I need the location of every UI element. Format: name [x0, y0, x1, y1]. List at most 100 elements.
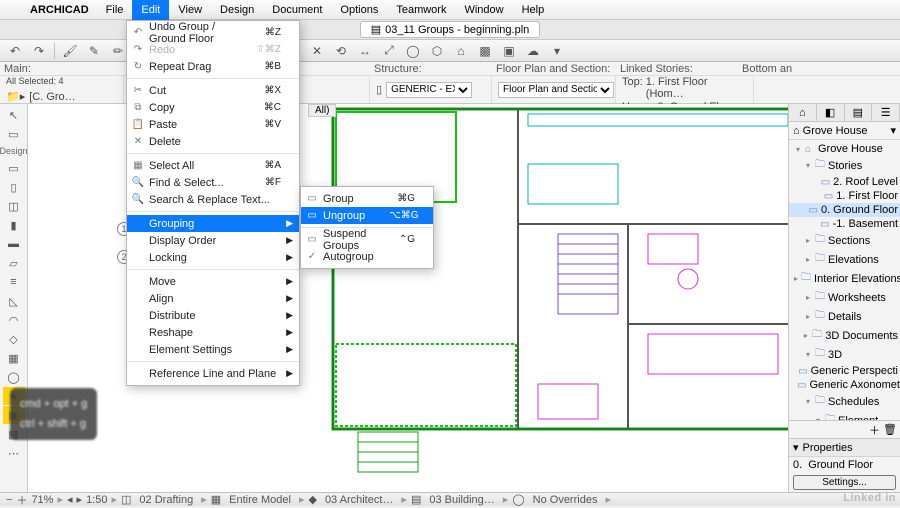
- navigator-tree[interactable]: ▾⌂Grove House▾🗀Stories▭2. Roof Level▭1. …: [789, 140, 900, 420]
- mode-icon[interactable]: ☁: [524, 43, 542, 59]
- edit-menu-item[interactable]: Locking▶: [127, 249, 299, 266]
- menu-design[interactable]: Design: [211, 0, 263, 20]
- nav-tab-view[interactable]: ◧: [817, 104, 845, 121]
- tree-row[interactable]: ▾🗀Element: [789, 411, 900, 420]
- layer-chip[interactable]: [C. Gro…: [29, 91, 75, 103]
- disclosure-icon[interactable]: ▸: [804, 293, 812, 302]
- edit-menu-item[interactable]: Display Order▶: [127, 232, 299, 249]
- tree-row[interactable]: ▾🗀Stories: [789, 156, 900, 175]
- edit-menu-item[interactable]: Element Settings▶: [127, 341, 299, 358]
- view-tab[interactable]: All): [308, 104, 336, 117]
- edit-menu-item[interactable]: Grouping▶: [127, 215, 299, 232]
- menu-help[interactable]: Help: [513, 0, 554, 20]
- tree-row[interactable]: ▭-1. Basement: [789, 217, 900, 231]
- menu-teamwork[interactable]: Teamwork: [387, 0, 455, 20]
- disclosure-icon[interactable]: ▾: [794, 145, 802, 154]
- marquee-tool-icon[interactable]: ▭: [3, 125, 25, 143]
- edit-menu-item[interactable]: Move▶: [127, 273, 299, 290]
- crumb-arch[interactable]: 03 Architect…: [321, 494, 397, 506]
- edit-menu-item[interactable]: ↻Repeat Drag⌘B: [127, 58, 299, 75]
- disclosure-icon[interactable]: ▾: [804, 397, 812, 406]
- mode-icon[interactable]: ⌂: [452, 43, 470, 59]
- beam-tool-icon[interactable]: ▬: [3, 235, 25, 253]
- crumb-drafting[interactable]: 02 Drafting: [135, 494, 197, 506]
- edit-menu-item[interactable]: 🔍Find & Select...⌘F: [127, 174, 299, 191]
- mode-icon[interactable]: ⟲: [332, 43, 350, 59]
- tree-row[interactable]: ▸🗀3D Documents: [789, 326, 900, 345]
- tree-row[interactable]: ▾🗀3D: [789, 345, 900, 364]
- disclosure-icon[interactable]: ▸: [794, 274, 798, 283]
- nav-tab-layout[interactable]: ▤: [845, 104, 873, 121]
- menu-options[interactable]: Options: [331, 0, 387, 20]
- mode-icon[interactable]: ✕: [308, 43, 326, 59]
- roof-tool-icon[interactable]: ◺: [3, 292, 25, 310]
- mode-icon[interactable]: ▾: [548, 43, 566, 59]
- more-tool-icon[interactable]: ⋯: [3, 444, 25, 462]
- menu-edit[interactable]: Edit: [132, 0, 169, 20]
- mode-icon[interactable]: ↔: [356, 43, 374, 59]
- settings-button[interactable]: Settings...: [793, 475, 896, 490]
- edit-menu-item[interactable]: 📋Paste⌘V: [127, 116, 299, 133]
- new-icon[interactable]: ＋: [869, 422, 880, 438]
- pencil-icon[interactable]: ✏: [109, 43, 127, 59]
- tree-row[interactable]: ▸🗀Details: [789, 307, 900, 326]
- shell-tool-icon[interactable]: ◠: [3, 311, 25, 329]
- zoom-value[interactable]: 71%: [31, 494, 53, 506]
- mode-icon[interactable]: ⬡: [428, 43, 446, 59]
- tree-row[interactable]: ▭2. Roof Level: [789, 175, 900, 189]
- document-tab[interactable]: ▤ 03_11 Groups - beginning.pln: [360, 21, 541, 38]
- morph-tool-icon[interactable]: ◯: [3, 368, 25, 386]
- menu-view[interactable]: View: [169, 0, 211, 20]
- tree-row[interactable]: ▸🗀Elevations: [789, 250, 900, 269]
- crumb-building[interactable]: 03 Building…: [425, 494, 498, 506]
- grouping-menu-item[interactable]: ✓Autogroup: [301, 248, 433, 265]
- tree-row[interactable]: ▸🗀Interior Elevations: [789, 269, 900, 288]
- chevron-down-icon[interactable]: ▾: [890, 124, 896, 137]
- zoom-in-icon[interactable]: ＋: [16, 492, 27, 508]
- structure-select[interactable]: GENERIC - EX…: [386, 82, 472, 98]
- tree-row[interactable]: ▸🗀Worksheets: [789, 288, 900, 307]
- crumb-model[interactable]: Entire Model: [225, 494, 295, 506]
- grouping-menu-item[interactable]: ▭Suspend Groups⌃G: [301, 231, 433, 248]
- grouping-menu-item[interactable]: ▭Group⌘G: [301, 190, 433, 207]
- properties-header[interactable]: ▾Properties: [789, 439, 900, 457]
- nav-tab-pub[interactable]: ☰: [872, 104, 900, 121]
- top-val[interactable]: 1. First Floor (Hom…: [646, 76, 747, 100]
- disclosure-icon[interactable]: ▾: [793, 441, 799, 454]
- nav-prev-icon[interactable]: ◂: [67, 493, 73, 506]
- mode-icon[interactable]: ◯: [404, 43, 422, 59]
- fps-select[interactable]: Floor Plan and Section…: [498, 82, 614, 98]
- tree-row[interactable]: ▾🗀Schedules: [789, 392, 900, 411]
- folder-icon[interactable]: 📁▸: [6, 90, 25, 103]
- edit-menu-item[interactable]: ✕Delete: [127, 133, 299, 150]
- disclosure-icon[interactable]: ▸: [802, 331, 809, 340]
- tree-row[interactable]: ▾⌂Grove House: [789, 142, 900, 156]
- disclosure-icon[interactable]: ▾: [804, 161, 812, 170]
- arrow-tool-icon[interactable]: ↖: [3, 106, 25, 124]
- undo-icon[interactable]: ↶: [6, 43, 24, 59]
- edit-menu-item[interactable]: Align▶: [127, 290, 299, 307]
- navigator-root[interactable]: ⌂Grove House▾: [789, 122, 900, 140]
- menu-window[interactable]: Window: [455, 0, 512, 20]
- window-tool-icon[interactable]: ◫: [3, 197, 25, 215]
- menu-file[interactable]: File: [97, 0, 133, 20]
- tree-row[interactable]: ▭1. First Floor: [789, 189, 900, 203]
- edit-menu-item[interactable]: 🔍Search & Replace Text...: [127, 191, 299, 208]
- disclosure-icon[interactable]: ▸: [804, 236, 812, 245]
- disclosure-icon[interactable]: ▸: [804, 255, 812, 264]
- edit-menu-item[interactable]: Distribute▶: [127, 307, 299, 324]
- redo-icon[interactable]: ↷: [30, 43, 48, 59]
- app-name[interactable]: ARCHICAD: [22, 4, 97, 16]
- stair-tool-icon[interactable]: ≡: [3, 273, 25, 291]
- disclosure-icon[interactable]: ▾: [804, 350, 812, 359]
- mode-icon[interactable]: ▩: [476, 43, 494, 59]
- skylight-tool-icon[interactable]: ◇: [3, 330, 25, 348]
- brush-icon[interactable]: 🖌: [61, 43, 79, 59]
- edit-menu-item[interactable]: Reshape▶: [127, 324, 299, 341]
- edit-menu-item[interactable]: ↶Undo Group / Ground Floor⌘Z: [127, 24, 299, 41]
- mode-icon[interactable]: ▣: [500, 43, 518, 59]
- menu-document[interactable]: Document: [263, 0, 331, 20]
- door-tool-icon[interactable]: ▯: [3, 178, 25, 196]
- tree-row[interactable]: ▸🗀Sections: [789, 231, 900, 250]
- curtain-tool-icon[interactable]: ▦: [3, 349, 25, 367]
